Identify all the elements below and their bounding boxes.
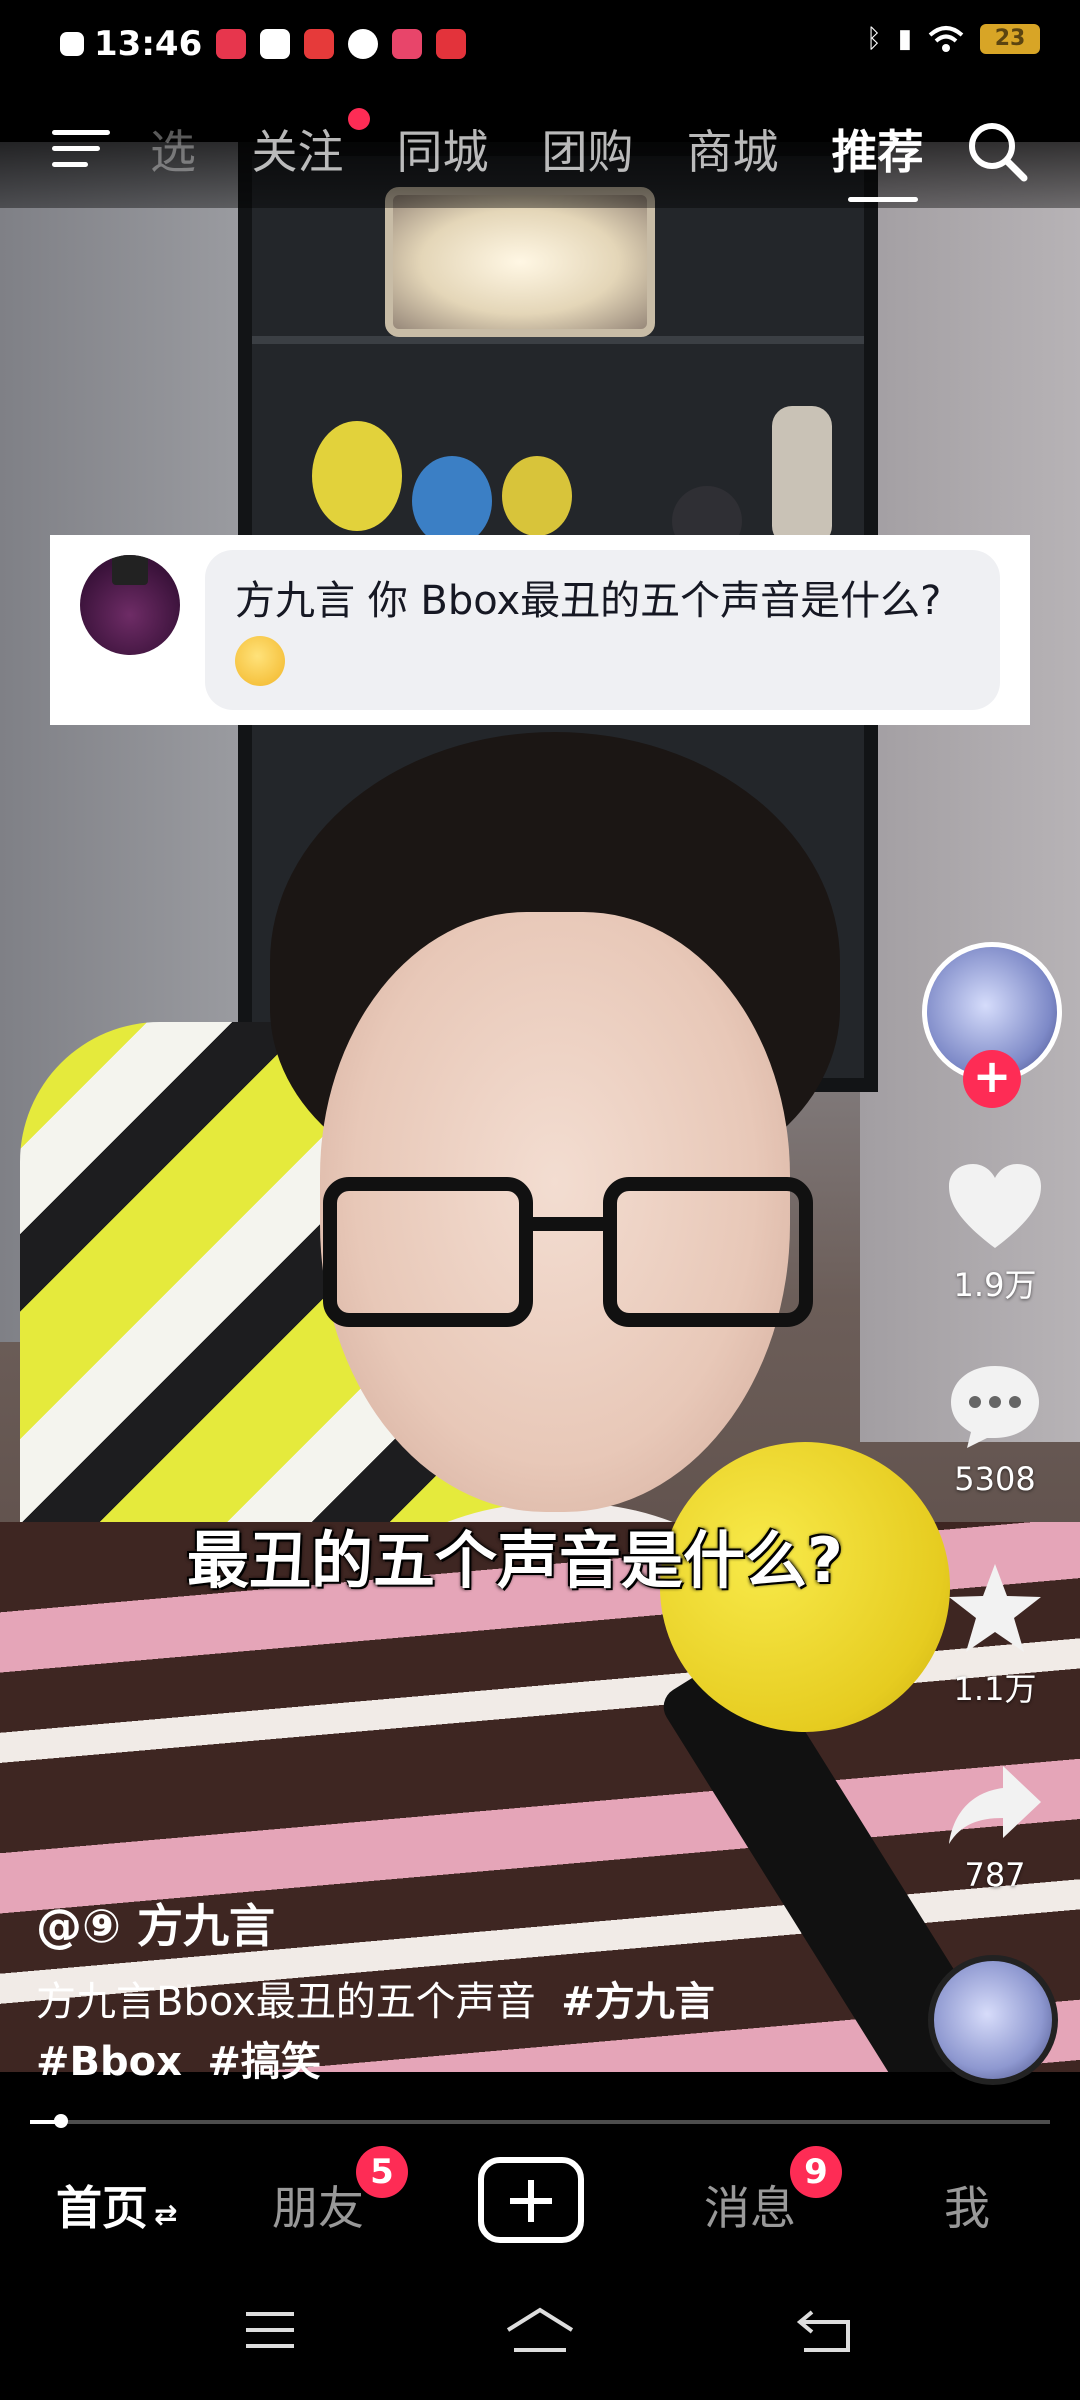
nav-home[interactable]: 首页 ⇄ xyxy=(56,2172,177,2238)
recent-apps-icon[interactable] xyxy=(244,2310,296,2350)
home-icon[interactable] xyxy=(504,2306,576,2354)
description-text: 方九言Bbox最丑的五个声音 xyxy=(36,1979,536,2025)
bottom-nav: 首页 ⇄ 朋友 5 消息 9 我 xyxy=(0,2142,1080,2260)
tab-nearby[interactable]: 同城 xyxy=(370,116,515,182)
video-description: 方九言Bbox最丑的五个声音 #方九言 #Bbox #搞笑 xyxy=(36,1972,916,2092)
share-count: 787 xyxy=(964,1856,1026,1894)
action-rail: + 1.9万 5308 1.1万 787 xyxy=(920,0,1080,2100)
like-button[interactable]: 1.9万 xyxy=(920,1160,1070,1306)
notification-dot xyxy=(348,108,370,130)
toy-figure xyxy=(412,456,492,546)
nav-me[interactable]: 我 xyxy=(944,2172,990,2238)
toy-figure xyxy=(312,421,402,531)
author-name[interactable]: @⑨ 方九言 xyxy=(36,1890,275,1956)
like-count: 1.9万 xyxy=(953,1266,1037,1304)
shop-app-icon xyxy=(304,29,335,59)
comment-button[interactable]: 5308 xyxy=(920,1360,1070,1498)
heart-icon xyxy=(949,1164,1041,1248)
thinking-emoji-icon xyxy=(235,636,285,686)
tab-following[interactable]: 关注 xyxy=(225,108,370,182)
nav-home-label: 首页 xyxy=(56,2181,148,2235)
nav-friends[interactable]: 朋友 5 xyxy=(272,2146,408,2238)
status-time: 13:46 xyxy=(94,24,203,64)
nav-friends-label: 朋友 xyxy=(272,2181,364,2235)
ceiling-lamp xyxy=(385,187,655,337)
glasses-bridge xyxy=(528,1217,608,1231)
feed-tabs: 选 关注 同城 团购 商城 推荐 xyxy=(150,108,950,202)
menu-icon[interactable] xyxy=(52,126,112,172)
app-notification-icon xyxy=(348,29,379,59)
app-notification-icon xyxy=(436,29,467,59)
hashtag[interactable]: #方九言 xyxy=(561,1979,715,2025)
person-glasses xyxy=(323,1177,813,1337)
tab-selected[interactable]: 选 xyxy=(150,116,225,182)
video-subtitle: 最丑的五个声音是什么? xyxy=(187,1524,843,1597)
avatar-hat xyxy=(112,555,148,585)
progress-knob[interactable] xyxy=(53,2114,68,2128)
favorite-count: 1.1万 xyxy=(953,1670,1037,1708)
nav-messages[interactable]: 消息 9 xyxy=(704,2146,842,2238)
video-player[interactable] xyxy=(0,142,1080,2072)
bluetooth-icon: ᛒ xyxy=(866,24,882,54)
status-bar: 13:46 ᛒ ▮ 23 xyxy=(0,0,1080,88)
share-button[interactable]: 787 xyxy=(920,1762,1070,1894)
cabinet-shelf xyxy=(252,336,864,344)
glasses-lens xyxy=(603,1177,813,1327)
friends-badge: 5 xyxy=(356,2146,408,2198)
star-icon xyxy=(949,1564,1041,1652)
tab-label: 关注 xyxy=(251,125,344,179)
question-bubble: 方九言 你 Bbox最丑的五个声音是什么? xyxy=(205,550,1000,710)
nav-messages-label: 消息 xyxy=(704,2181,796,2235)
vibrate-icon: ▮ xyxy=(897,24,912,54)
switch-icon: ⇄ xyxy=(154,2198,178,2231)
hashtag[interactable]: #Bbox xyxy=(36,2039,182,2085)
create-button[interactable] xyxy=(478,2157,584,2243)
notification-icon xyxy=(60,32,84,56)
tab-group-buy[interactable]: 团购 xyxy=(515,116,660,182)
asker-avatar[interactable] xyxy=(80,555,180,655)
follow-button[interactable]: + xyxy=(963,1050,1021,1108)
music-disc[interactable] xyxy=(928,1955,1058,2085)
toy-figure xyxy=(772,406,832,546)
favorite-button[interactable]: 1.1万 xyxy=(920,1560,1070,1710)
hashtag[interactable]: #搞笑 xyxy=(207,2039,321,2085)
toy-figure xyxy=(502,456,572,536)
comment-count: 5308 xyxy=(954,1460,1036,1498)
back-icon[interactable] xyxy=(796,2306,852,2354)
system-nav-bar xyxy=(0,2260,1080,2400)
video-app-icon xyxy=(260,29,291,59)
comment-icon xyxy=(951,1366,1039,1448)
share-icon xyxy=(949,1766,1041,1844)
messages-badge: 9 xyxy=(790,2146,842,2198)
app-notification-icon xyxy=(216,29,247,59)
plus-icon xyxy=(528,2180,534,2222)
top-nav: 选 关注 同城 团购 商城 推荐 xyxy=(0,88,1080,208)
glasses-lens xyxy=(323,1177,533,1327)
question-card[interactable]: 方九言 你 Bbox最丑的五个声音是什么? xyxy=(50,535,1030,725)
video-progress-bar[interactable] xyxy=(30,2114,1050,2128)
app-notification-icon xyxy=(392,29,423,59)
question-text: 方九言 你 Bbox最丑的五个声音是什么? xyxy=(235,578,942,624)
tab-mall[interactable]: 商城 xyxy=(660,116,805,182)
